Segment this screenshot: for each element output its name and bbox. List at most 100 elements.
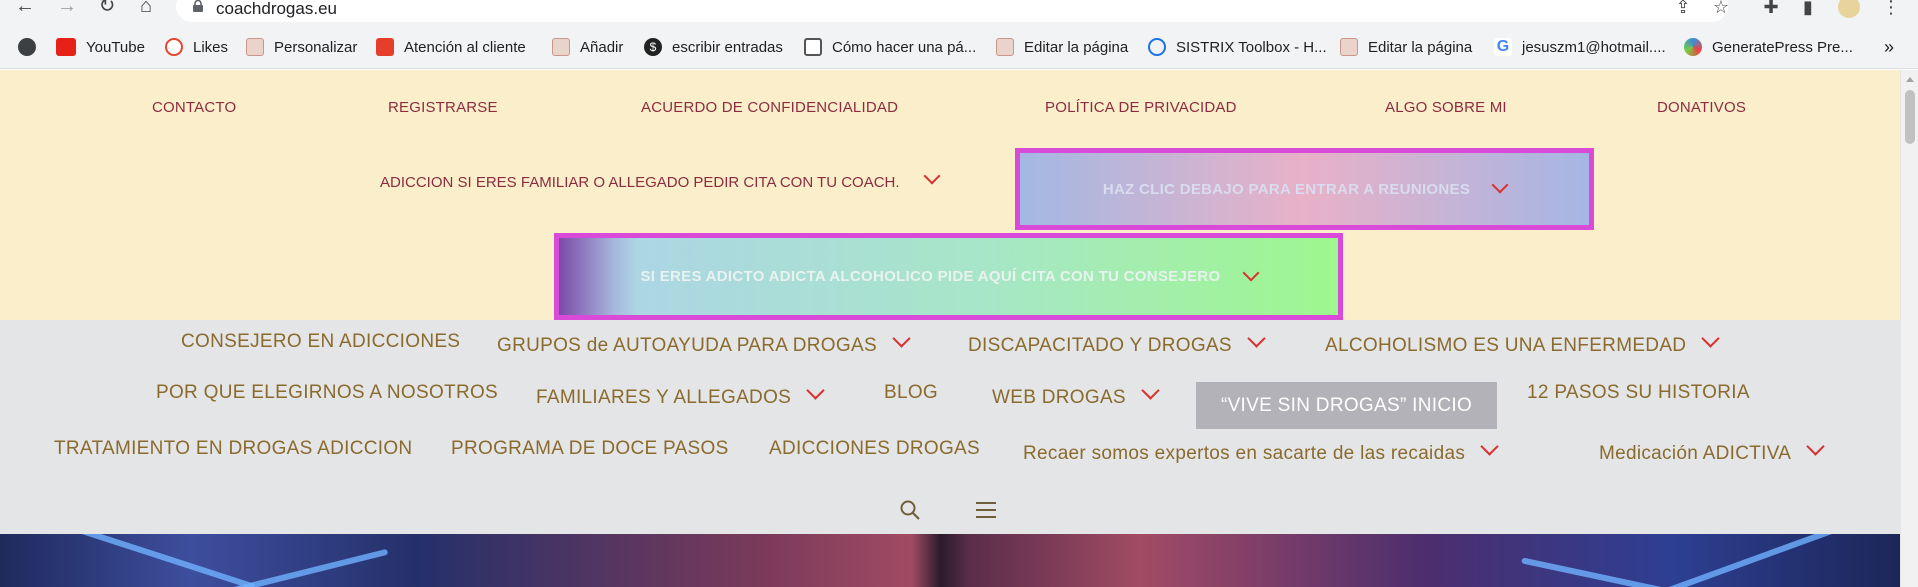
link-registrarse[interactable]: REGISTRARSE: [388, 99, 498, 116]
bookmark-escribir[interactable]: $ escribir entradas: [644, 35, 783, 59]
bookmark-youtube[interactable]: YouTube: [56, 35, 145, 59]
back-arrow-icon[interactable]: ←: [10, 0, 40, 18]
bookmark-label: Personalizar: [274, 38, 358, 56]
nav-adicciones-drogas[interactable]: ADICCIONES DROGAS: [769, 438, 980, 460]
top-menu-bar: CONTACTO REGISTRARSE ACUERDO DE CONFIDEN…: [0, 70, 1900, 320]
url-text[interactable]: coachdrogas.eu: [216, 0, 337, 19]
chevron-down-icon[interactable]: [1491, 176, 1509, 194]
nav-vive-sin-drogas-inicio[interactable]: “VIVE SIN DROGAS” INICIO: [1196, 382, 1497, 429]
lock-icon: [193, 0, 203, 12]
bookmark-label: GeneratePress Pre...: [1712, 38, 1853, 56]
nav-consejero-adicciones[interactable]: CONSEJERO EN ADICCIONES: [181, 331, 460, 353]
bookmark-label: Atención al cliente: [404, 38, 526, 56]
hamburger-menu-icon[interactable]: [976, 502, 996, 518]
reload-icon[interactable]: ↻: [92, 0, 122, 18]
more-bookmarks-icon[interactable]: »: [1884, 35, 1894, 59]
chevron-down-icon[interactable]: [923, 167, 941, 185]
meetings-button-label: HAZ CLIC DEBAJO PARA ENTRAR A REUNIONES: [1102, 180, 1471, 198]
page-scrollbar[interactable]: [1900, 70, 1918, 587]
chevron-down-icon[interactable]: [1242, 264, 1260, 281]
link-acuerdo-confidencialidad[interactable]: ACUERDO DE CONFIDENCIALIDAD: [641, 99, 898, 116]
hero-image: [0, 534, 1900, 587]
menu-familiar-label: ADICCION SI ERES FAMILIAR O ALLEGADO PED…: [380, 174, 900, 191]
bookmark-google[interactable]: Gjesuszm1@hotmail....: [1494, 35, 1666, 59]
nav-alcoholismo-enfermedad[interactable]: ALCOHOLISMO ES UNA ENFERMEDAD: [1325, 329, 1721, 357]
addict-button-label: SI ERES ADICTO ADICTA ALCOHOLICO PIDE AQ…: [640, 268, 1221, 285]
page-icon: [804, 38, 822, 56]
bookmark-label: Cómo hacer una pá...: [832, 38, 977, 56]
nav-label: WEB DROGAS: [992, 387, 1126, 408]
link-donativos[interactable]: DONATIVOS: [1657, 99, 1746, 116]
scroll-up-arrow-icon[interactable]: [1906, 77, 1914, 82]
menu-familiar-cita[interactable]: ADICCION SI ERES FAMILIAR O ALLEGADO PED…: [380, 167, 941, 191]
link-politica-privacidad[interactable]: POLÍTICA DE PRIVACIDAD: [1045, 99, 1237, 116]
bookmark-label: SISTRIX Toolbox - H...: [1176, 38, 1327, 56]
nav-discapacitado-drogas[interactable]: DISCAPACITADO Y DROGAS: [968, 329, 1266, 357]
share-icon[interactable]: ⇪: [1672, 0, 1694, 18]
nav-label: Recaer somos expertos en sacarte de las …: [1023, 443, 1466, 464]
chevron-down-icon[interactable]: [1701, 329, 1721, 348]
link-algo-sobre-mi[interactable]: ALGO SOBRE MI: [1385, 99, 1507, 116]
link-contacto[interactable]: CONTACTO: [152, 99, 236, 116]
sidepanel-icon[interactable]: ▮: [1797, 0, 1819, 18]
chevron-down-icon[interactable]: [1247, 329, 1266, 348]
google-icon: G: [1494, 38, 1512, 56]
bookmark-globe[interactable]: [18, 35, 46, 59]
addict-appointment-button[interactable]: SI ERES ADICTO ADICTA ALCOHOLICO PIDE AQ…: [554, 233, 1343, 320]
nav-medicacion-adictiva[interactable]: Medicación ADICTIVA: [1599, 437, 1825, 465]
bookmark-generatepress[interactable]: GeneratePress Pre...: [1684, 35, 1853, 59]
nav-familiares-allegados[interactable]: FAMILIARES Y ALLEGADOS: [536, 381, 825, 409]
bookmark-como-hacer[interactable]: Cómo hacer una pá...: [804, 35, 976, 59]
magnifier-icon: [1148, 38, 1166, 56]
bookmark-atencion[interactable]: Atención al cliente: [376, 35, 526, 59]
chevron-down-icon[interactable]: [1141, 381, 1160, 400]
web-page: CONTACTO REGISTRARSE ACUERDO DE CONFIDEN…: [0, 70, 1900, 587]
bookmark-label: jesuszm1@hotmail....: [1522, 38, 1666, 56]
chevron-down-icon[interactable]: [892, 329, 911, 348]
nav-por-que-elegirnos[interactable]: POR QUE ELEGIRNOS A NOSOTROS: [156, 382, 498, 404]
nav-grupos-autoayuda[interactable]: GRUPOS de AUTOAYUDA PARA DROGAS: [497, 329, 911, 357]
nav-programa-doce-pasos[interactable]: PROGRAMA DE DOCE PASOS: [451, 438, 729, 460]
menu-dots-icon[interactable]: ⋮: [1880, 0, 1902, 18]
address-bar[interactable]: coachdrogas.eu: [176, 0, 1728, 22]
meetings-button[interactable]: HAZ CLIC DEBAJO PARA ENTRAR A REUNIONES: [1015, 148, 1594, 230]
scroll-thumb[interactable]: [1905, 90, 1915, 144]
site-icon: [996, 38, 1014, 56]
search-icon[interactable]: [899, 499, 921, 521]
nav-recaer-expertos[interactable]: Recaer somos expertos en sacarte de las …: [1023, 437, 1499, 465]
chevron-down-icon[interactable]: [1480, 437, 1499, 456]
bookmark-editar-1[interactable]: Editar la página: [996, 35, 1128, 59]
nav-web-drogas[interactable]: WEB DROGAS: [992, 381, 1160, 409]
chevron-down-icon[interactable]: [1806, 437, 1825, 456]
bookmark-label: Editar la página: [1024, 38, 1129, 56]
nav-blog[interactable]: BLOG: [884, 382, 938, 404]
puzzle-icon[interactable]: ✚: [1760, 0, 1782, 18]
nav-12-pasos-historia[interactable]: 12 PASOS SU HISTORIA: [1527, 382, 1750, 404]
site-icon: [246, 38, 264, 56]
chevron-down-icon[interactable]: [806, 381, 825, 400]
home-icon[interactable]: ⌂: [131, 0, 161, 18]
bookmark-personalizar[interactable]: Personalizar: [246, 35, 357, 59]
bookmark-sistrix[interactable]: SISTRIX Toolbox - H...: [1148, 35, 1327, 59]
bookmark-likes[interactable]: Likes: [165, 35, 228, 59]
bookmark-label: escribir entradas: [672, 38, 783, 56]
bookmark-anadir[interactable]: Añadir: [552, 35, 623, 59]
nav-label: ALCOHOLISMO ES UNA ENFERMEDAD: [1325, 335, 1687, 356]
nav-label: DISCAPACITADO Y DROGAS: [968, 335, 1232, 356]
generatepress-icon: [1684, 38, 1702, 56]
globe-icon: [18, 38, 36, 56]
site-icon: [1340, 38, 1358, 56]
nav-label: FAMILIARES Y ALLEGADOS: [536, 387, 792, 408]
bookmark-label: Likes: [193, 38, 229, 56]
bookmark-editar-2[interactable]: Editar la página: [1340, 35, 1472, 59]
nav-tratamiento-drogas[interactable]: TRATAMIENTO EN DROGAS ADICCION: [54, 438, 412, 460]
nav-label: Medicación ADICTIVA: [1599, 443, 1792, 464]
site-icon: [552, 38, 570, 56]
star-icon[interactable]: ☆: [1710, 0, 1732, 18]
forward-arrow-icon[interactable]: →: [52, 0, 82, 18]
aliexpress-icon: [376, 38, 394, 56]
bookmark-label: Añadir: [580, 38, 624, 56]
dollar-icon: $: [644, 38, 662, 56]
avatar[interactable]: [1838, 0, 1860, 18]
youtube-icon: [56, 38, 76, 56]
